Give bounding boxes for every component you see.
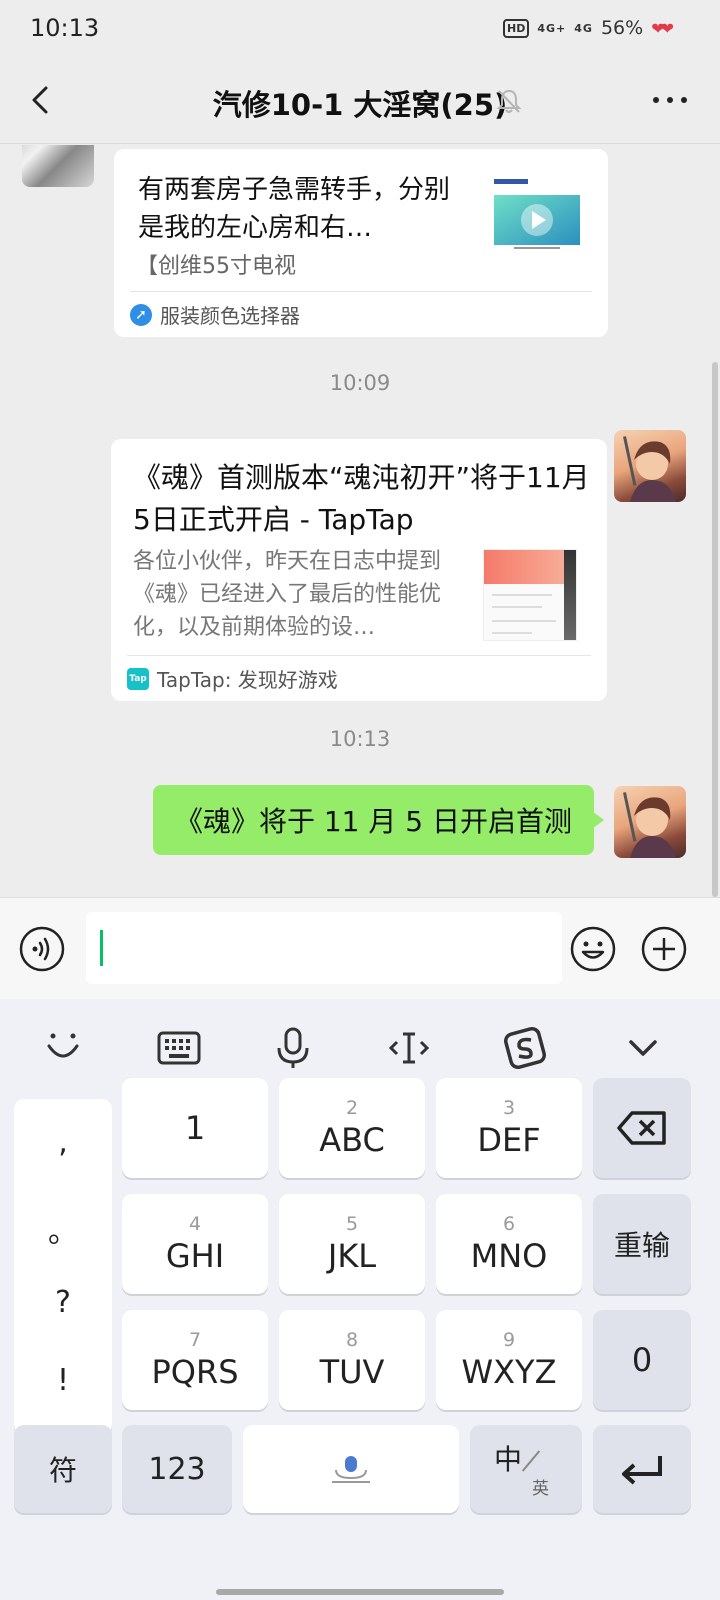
message-list[interactable]: 有两套房子急需转手，分别是我的左心房和右… 【创维55寸电视 ➚ 服装颜色选择器… (0, 145, 720, 897)
enter-key[interactable] (593, 1425, 691, 1513)
avatar-illustration-icon (623, 436, 676, 502)
input-bar (0, 897, 720, 999)
kb-emoji-icon[interactable] (38, 1023, 88, 1073)
card-source-label: TapTap: 发现好游戏 (157, 668, 338, 692)
text-caret (100, 930, 103, 966)
keyboard: , 。 ? ! 1 2 ABC 3 DEF 4 GHI 5 JKL 6 MNO … (0, 999, 720, 1600)
microphone-icon[interactable] (268, 1023, 318, 1073)
card-subtitle: 【创维55寸电视 (136, 254, 296, 279)
card-source: ➚ 服装颜色选择器 (130, 291, 592, 337)
status-time: 10:13 (30, 14, 100, 42)
link-card-message[interactable]: 有两套房子急需转手，分别是我的左心房和右… 【创维55寸电视 ➚ 服装颜色选择器 (114, 149, 608, 337)
mute-bell-icon (496, 89, 522, 113)
message-input[interactable] (86, 912, 562, 984)
home-indicator[interactable] (216, 1589, 504, 1595)
voice-input-icon[interactable] (18, 925, 66, 973)
avatar-illustration-icon (623, 792, 676, 858)
tv-thumbnail-icon (494, 179, 580, 249)
article-thumbnail (483, 549, 577, 641)
key-5[interactable]: 5 JKL (279, 1194, 425, 1294)
key-3[interactable]: 3 DEF (436, 1078, 582, 1178)
cursor-move-icon[interactable] (384, 1023, 434, 1073)
hd-icon: HD (503, 18, 530, 38)
my-text-message[interactable]: 《魂》将于 11 月 5 日开启首测 (152, 785, 605, 855)
taptap-icon: Tap (127, 667, 149, 690)
key-4[interactable]: 4 GHI (122, 1194, 268, 1294)
card-title: 有两套房子急需转手，分别是我的左心房和右… (138, 175, 451, 243)
collapse-keyboard-icon[interactable] (618, 1023, 668, 1073)
heart-battery-icon: ❤❤ (651, 18, 674, 38)
language-switch-key[interactable]: 中 英 (470, 1425, 582, 1513)
my-avatar[interactable] (614, 786, 686, 858)
lang-divider (521, 1450, 541, 1472)
space-key[interactable] (243, 1425, 459, 1513)
number-mode-key[interactable]: 123 (122, 1425, 232, 1513)
sogou-logo-icon[interactable] (500, 1023, 550, 1073)
key-0[interactable]: 0 (593, 1310, 691, 1410)
card-source: Tap TapTap: 发现好游戏 (127, 655, 591, 701)
keyboard-icon[interactable] (154, 1023, 204, 1073)
lang-chinese-label: 中 (494, 1443, 523, 1476)
card-source-label: 服装颜色选择器 (160, 304, 300, 328)
more-icon[interactable] (650, 90, 690, 110)
chat-header: 汽修10-1 大淫窝(25) (0, 56, 720, 144)
my-avatar[interactable] (614, 430, 686, 502)
link-card-message[interactable]: 《魂》首测版本“魂沌初开”将于11月5日正式开启 - TapTap 各位小伙伴，… (111, 439, 607, 701)
card-title: 《魂》首测版本“魂沌初开”将于11月5日正式开启 - TapTap (133, 461, 590, 536)
signal-1-icon: 4G+ (537, 21, 567, 35)
signal-2-icon: 4G (574, 21, 593, 35)
symbol-key[interactable]: 符 (14, 1425, 112, 1513)
punct-comma[interactable]: , (14, 1125, 112, 1160)
key-6[interactable]: 6 MNO (436, 1194, 582, 1294)
message-text: 《魂》将于 11 月 5 日开启首测 (174, 805, 572, 838)
punct-exclaim[interactable]: ! (14, 1363, 112, 1398)
space-mic-icon (332, 1456, 370, 1483)
timestamp: 10:13 (329, 727, 391, 751)
card-description: 各位小伙伴，昨天在日志中提到《魂》已经进入了最后的性能优化，以及前期体验的设… (133, 549, 442, 640)
key-1[interactable]: 1 (122, 1078, 268, 1178)
add-more-icon[interactable] (640, 925, 688, 973)
punct-question[interactable]: ? (14, 1285, 112, 1320)
chat-title: 汽修10-1 大淫窝(25) (212, 88, 508, 122)
mini-program-icon: ➚ (130, 303, 152, 326)
status-indicators: HD 4G+ 4G 56% ❤❤ (503, 17, 674, 39)
punctuation-column[interactable]: , 。 ? ! (14, 1099, 112, 1435)
key-8[interactable]: 8 TUV (279, 1310, 425, 1410)
reset-key[interactable]: 重输 (593, 1194, 691, 1294)
backspace-key[interactable] (593, 1078, 691, 1178)
battery-level: 56% (600, 17, 644, 39)
key-9[interactable]: 9 WXYZ (436, 1310, 582, 1410)
backspace-icon (617, 1111, 666, 1145)
punct-period[interactable]: 。 (14, 1207, 112, 1251)
key-2[interactable]: 2 ABC (279, 1078, 425, 1178)
lang-english-label: 英 (532, 1479, 549, 1499)
scrollbar[interactable] (712, 362, 718, 897)
timestamp: 10:09 (329, 371, 391, 395)
sender-avatar[interactable] (22, 145, 94, 187)
emoji-icon[interactable] (569, 925, 617, 973)
key-7[interactable]: 7 PQRS (122, 1310, 268, 1410)
status-bar: 10:13 HD 4G+ 4G 56% ❤❤ (0, 0, 720, 56)
enter-icon (622, 1456, 662, 1485)
